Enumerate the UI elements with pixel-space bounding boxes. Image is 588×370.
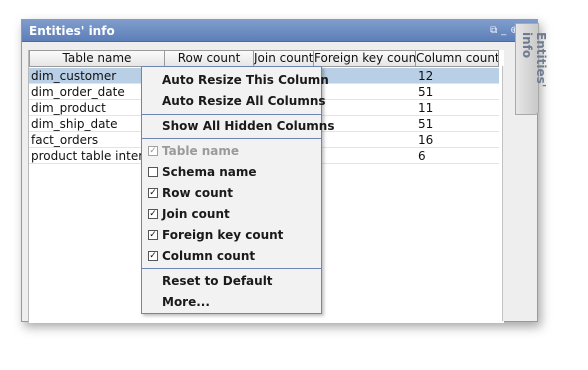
menu-toggle-table-name: Table name <box>142 141 321 161</box>
header-row-count[interactable]: Row count <box>165 50 254 67</box>
panel-title: Entities' info <box>29 24 115 38</box>
minimize-icon[interactable]: _ <box>501 20 506 42</box>
column-context-menu: Auto Resize This Column Auto Resize All … <box>141 66 334 314</box>
cell-column-count: 16 <box>418 133 434 147</box>
header-foreign-key-count[interactable]: Foreign key count <box>314 50 416 67</box>
cell-column-count: 51 <box>418 117 434 131</box>
panel-title-bar: Entities' info ⧉ _ ⊕ ✕ <box>22 20 537 42</box>
menu-more[interactable]: More... <box>142 292 321 312</box>
menu-toggle-label: Row count <box>162 186 233 200</box>
checkbox-icon <box>148 188 158 198</box>
checkbox-icon <box>148 230 158 240</box>
checkbox-icon <box>148 251 158 261</box>
menu-reset-to-default[interactable]: Reset to Default <box>142 271 321 291</box>
menu-toggle-foreign-key-count[interactable]: Foreign key count <box>142 225 321 245</box>
header-table-name[interactable]: Table name <box>29 50 165 67</box>
cell-column-count: 12 <box>418 69 434 83</box>
table-header: Table name Row count Join count Foreign … <box>29 50 499 67</box>
menu-toggle-column-count[interactable]: Column count <box>142 246 321 266</box>
menu-toggle-schema-name[interactable]: Schema name <box>142 162 321 182</box>
restore-icon[interactable]: ⧉ <box>490 20 497 42</box>
side-tab-entities-info[interactable]: Entities' info <box>515 23 548 115</box>
menu-toggle-label: Join count <box>162 207 230 221</box>
menu-separator <box>142 138 321 139</box>
menu-separator <box>142 114 321 115</box>
menu-separator <box>142 268 321 269</box>
header-column-count[interactable]: Column count <box>416 50 499 67</box>
menu-toggle-label: Foreign key count <box>162 228 284 242</box>
menu-toggle-label: Schema name <box>162 165 257 179</box>
cell-column-count: 6 <box>418 149 426 163</box>
cell-column-count: 11 <box>418 101 434 115</box>
checkbox-icon <box>148 146 158 156</box>
vertical-scrollbar[interactable] <box>502 66 514 321</box>
menu-toggle-label: Table name <box>162 144 240 158</box>
menu-toggle-join-count[interactable]: Join count <box>142 204 321 224</box>
menu-toggle-label: Column count <box>162 249 256 263</box>
menu-show-all-hidden-columns[interactable]: Show All Hidden Columns <box>142 116 334 136</box>
cell-column-count: 51 <box>418 85 434 99</box>
checkbox-icon <box>148 167 158 177</box>
checkbox-icon <box>148 209 158 219</box>
side-tab-label: Entities' info <box>520 32 548 88</box>
menu-auto-resize-this-column[interactable]: Auto Resize This Column <box>142 70 329 90</box>
menu-toggle-row-count[interactable]: Row count <box>142 183 321 203</box>
menu-auto-resize-all-columns[interactable]: Auto Resize All Columns <box>142 91 326 111</box>
header-join-count[interactable]: Join count <box>254 50 314 67</box>
